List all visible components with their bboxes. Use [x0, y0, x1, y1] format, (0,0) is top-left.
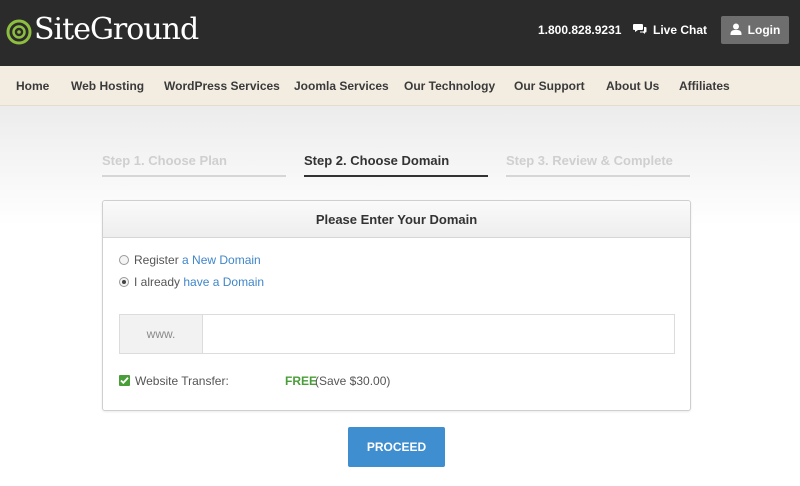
main-nav: Home Web Hosting WordPress Services Joom…: [0, 66, 800, 106]
domain-input[interactable]: [203, 315, 674, 353]
chat-bubbles-icon: [633, 23, 647, 38]
existing-domain-option[interactable]: I already have a Domain: [119, 274, 264, 290]
www-prefix: www.: [120, 315, 203, 353]
step-choose-plan[interactable]: Step 1. Choose Plan: [102, 153, 286, 177]
domain-panel: Please Enter Your Domain Register a New …: [102, 200, 691, 411]
register-option-prefix: Register: [134, 253, 183, 267]
existing-domain-radio[interactable]: [119, 277, 129, 287]
nav-item-wordpress-services[interactable]: WordPress Services: [164, 79, 280, 93]
logo-text: SiteGround: [34, 12, 199, 47]
nav-item-joomla-services[interactable]: Joomla Services: [294, 79, 389, 93]
live-chat-label: Live Chat: [653, 23, 708, 37]
register-new-domain-radio[interactable]: [119, 255, 129, 265]
transfer-price: FREE: [285, 374, 318, 388]
nav-item-about-us[interactable]: About Us: [606, 79, 659, 93]
domain-input-group: www.: [119, 314, 675, 354]
top-bar: SiteGround 1.800.828.9231 Live Chat Logi…: [0, 0, 800, 66]
logo-swirl-icon: [6, 13, 32, 47]
proceed-button[interactable]: PROCEED: [348, 427, 445, 467]
website-transfer-checkbox[interactable]: [119, 375, 130, 386]
step-choose-domain: Step 2. Choose Domain: [304, 153, 488, 177]
nav-item-our-technology[interactable]: Our Technology: [404, 79, 495, 93]
panel-title: Please Enter Your Domain: [103, 201, 690, 238]
step-review-complete: Step 3. Review & Complete: [506, 153, 690, 177]
existing-option-prefix: I already: [134, 275, 184, 289]
website-transfer-label: Website Transfer:: [135, 374, 229, 388]
login-button[interactable]: Login: [721, 16, 789, 44]
phone-number: 1.800.828.9231: [538, 23, 622, 37]
nav-item-our-support[interactable]: Our Support: [514, 79, 585, 93]
nav-item-web-hosting[interactable]: Web Hosting: [71, 79, 144, 93]
nav-item-affiliates[interactable]: Affiliates: [679, 79, 730, 93]
siteground-logo[interactable]: SiteGround: [6, 10, 199, 50]
user-icon: [730, 23, 742, 38]
existing-option-label: I already have a Domain: [134, 275, 264, 289]
live-chat-link[interactable]: Live Chat: [633, 20, 707, 40]
have-domain-link[interactable]: have a Domain: [183, 275, 264, 289]
login-label: Login: [747, 23, 781, 37]
register-new-domain-option[interactable]: Register a New Domain: [119, 252, 261, 268]
checkmark-icon: [120, 377, 129, 385]
transfer-savings: (Save $30.00): [315, 374, 391, 388]
register-option-label: Register a New Domain: [134, 253, 261, 267]
new-domain-link[interactable]: a New Domain: [182, 253, 261, 267]
nav-item-home[interactable]: Home: [16, 79, 49, 93]
website-transfer-row: Website Transfer: FREE (Save $30.00): [119, 374, 419, 390]
